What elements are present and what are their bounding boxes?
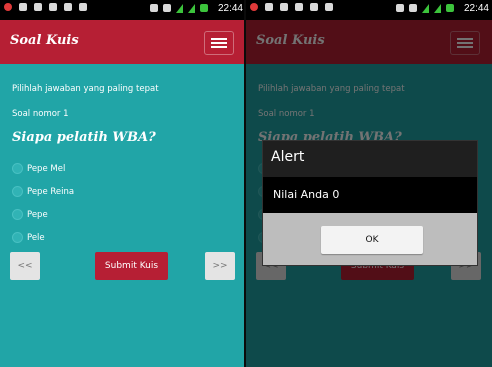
answer-option[interactable]: Pepe Mel: [12, 157, 74, 180]
answer-option-label: Pepe Mel: [27, 163, 66, 174]
ok-button[interactable]: OK: [321, 226, 423, 254]
radio-icon[interactable]: [12, 209, 23, 220]
instruction-text: Pilihlah jawaban yang paling tepat: [12, 84, 159, 94]
status-bar: 22:44: [246, 0, 492, 20]
question-number: Soal nomor 1: [12, 109, 69, 119]
wifi-icon: [163, 4, 171, 12]
answer-option-label: Pele: [27, 232, 45, 243]
status-time: 22:44: [217, 3, 243, 14]
notification-icon: [250, 3, 258, 11]
signal-icon: [422, 4, 429, 13]
radio-icon[interactable]: [12, 232, 23, 243]
message-icon: [19, 3, 27, 11]
quiz-screen: 22:44 Soal Kuis Pilihlah jawaban yang pa…: [0, 0, 246, 367]
status-icons: [4, 3, 87, 11]
signal-2-icon: [434, 4, 441, 13]
signal-icon: [176, 4, 183, 13]
signal-2-icon: [188, 4, 195, 13]
answer-option-label: Pepe Reina: [27, 186, 75, 197]
status-bar: 22:44: [0, 0, 246, 20]
answer-option-label: Pepe: [27, 209, 48, 220]
prev-button[interactable]: <<: [10, 252, 40, 280]
message-icon: [265, 3, 273, 11]
answer-options: Pepe Mel Pepe Reina Pepe Pele: [12, 157, 74, 249]
submit-quiz-button[interactable]: Submit Kuis: [95, 252, 168, 280]
dialog-actions: OK: [263, 213, 477, 265]
dialog-title: Alert: [271, 149, 305, 165]
bluetooth-icon: [396, 4, 404, 12]
hamburger-icon-bar: [211, 46, 227, 48]
chat-icon: [310, 3, 318, 11]
status-time: 22:44: [463, 3, 489, 14]
alert-dialog: Alert Nilai Anda 0 OK: [262, 140, 478, 266]
dialog-message: Nilai Anda 0: [273, 188, 340, 201]
status-icons: [250, 3, 333, 11]
menu-button[interactable]: [204, 31, 234, 55]
app-bar: Soal Kuis: [0, 20, 246, 64]
battery-icon: [446, 4, 454, 12]
question-text: Siapa pelatih WBA?: [12, 130, 156, 145]
radio-icon[interactable]: [12, 163, 23, 174]
notification-icon: [4, 3, 12, 11]
radio-icon[interactable]: [12, 186, 23, 197]
sync-icon: [49, 3, 57, 11]
hamburger-icon-bar: [211, 42, 227, 44]
bluetooth-icon: [150, 4, 158, 12]
answer-option[interactable]: Pepe: [12, 203, 74, 226]
quiz-content: Pilihlah jawaban yang paling tepat Soal …: [0, 64, 246, 367]
answer-option[interactable]: Pele: [12, 226, 74, 249]
wifi-icon: [409, 4, 417, 12]
hamburger-icon: [211, 38, 227, 40]
app-title: Soal Kuis: [10, 33, 79, 48]
answer-option[interactable]: Pepe Reina: [12, 180, 74, 203]
download-icon: [79, 3, 87, 11]
next-button[interactable]: >>: [205, 252, 235, 280]
battery-icon: [200, 4, 208, 12]
chat-icon: [64, 3, 72, 11]
download-icon: [325, 3, 333, 11]
quiz-screen-alert: 22:44 Soal Kuis Pilihlah jawaban yang pa…: [246, 0, 492, 367]
system-icons: [396, 4, 454, 13]
dialog-message-box: Nilai Anda 0: [263, 177, 477, 213]
gallery-icon: [34, 3, 42, 11]
system-icons: [150, 4, 208, 13]
sync-icon: [295, 3, 303, 11]
gallery-icon: [280, 3, 288, 11]
